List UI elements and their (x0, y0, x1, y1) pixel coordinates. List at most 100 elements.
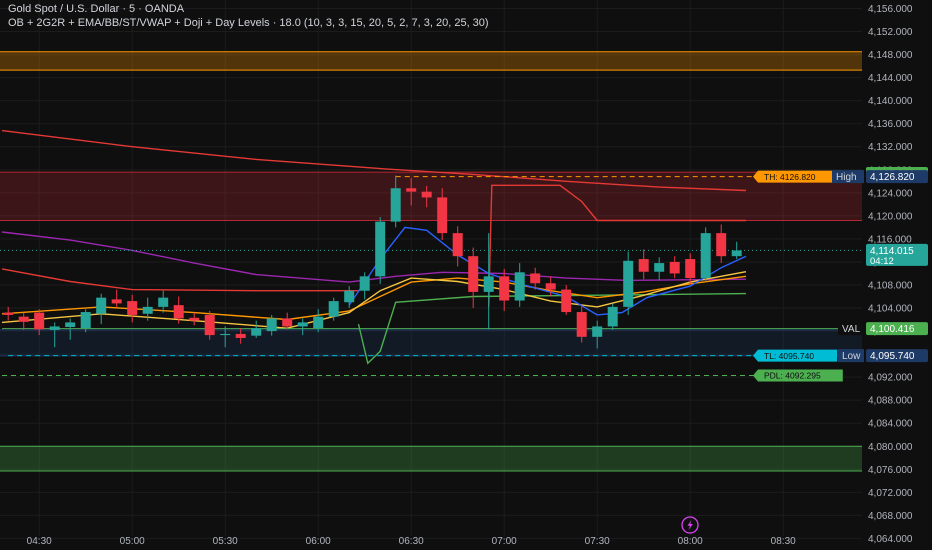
y-tick-label: 4,072.000 (868, 488, 913, 499)
y-tick-label: 4,148.000 (868, 50, 913, 61)
candle-body (189, 317, 200, 321)
x-tick-label: 07:30 (585, 536, 610, 547)
y-tick-label: 4,120.000 (868, 211, 913, 222)
y-tick-label: 4,156.000 (868, 4, 913, 15)
y-tick-label: 4,092.000 (868, 373, 913, 384)
candle-body (251, 328, 262, 336)
y-tick-label: 4,136.000 (868, 119, 913, 130)
candle-body (49, 326, 60, 330)
candle[interactable] (375, 217, 386, 284)
candle-body (142, 306, 153, 314)
candle-body (65, 322, 76, 328)
time-axis[interactable]: 04:30 05:00 05:30 06:00 06:30 07:00 07:30 08:00… (27, 536, 796, 547)
y-tick-label: 4,144.000 (868, 73, 913, 84)
candle-body (731, 250, 742, 257)
pdl-line-label: PDL: 4092.295 (753, 369, 843, 382)
x-tick-label: 08:30 (771, 536, 796, 547)
candle-body (173, 305, 184, 319)
x-tick-label: 05:00 (120, 536, 145, 547)
price-badge-high: 4,126.820 High (832, 170, 928, 184)
y-tick-label: 4,068.000 (868, 511, 913, 522)
y-tick-label: 4,064.000 (868, 534, 913, 545)
x-tick-label: 05:30 (213, 536, 238, 547)
y-tick-label: 4,080.000 (868, 442, 913, 453)
price-badge-current: 4,114.01504:12 (866, 243, 928, 267)
y-tick-label: 4,084.000 (868, 419, 913, 430)
candle-body (111, 299, 122, 304)
candle-body (313, 316, 324, 329)
pdl-line-label-text: PDL: 4092.295 (764, 371, 821, 381)
chart-title: Gold Spot / U.S. Dollar · 5 · OANDA (8, 3, 185, 15)
price-badge-low: 4,095.740 Low (838, 349, 928, 363)
candle-body (654, 263, 665, 272)
candle-body (700, 233, 711, 279)
x-tick-label: 04:30 (27, 536, 52, 547)
candle-body (499, 276, 510, 301)
candle-body (514, 272, 525, 301)
y-tick-label: 4,088.000 (868, 396, 913, 407)
candle[interactable] (700, 227, 711, 283)
candle[interactable] (623, 251, 634, 315)
orange-zone-top (0, 51, 862, 71)
candle-body (421, 191, 432, 198)
y-tick-label: 4,132.000 (868, 142, 913, 153)
price-chart[interactable]: TH: 4126.820 TL: 4095.740 PDL: 4092.295 4,… (0, 0, 932, 550)
price-badge-low-tag: Low (842, 351, 861, 362)
y-tick-label: 4,116.000 (868, 234, 912, 245)
x-tick-label: 06:00 (306, 536, 331, 547)
orange-zone-top-fill (0, 51, 862, 71)
candle-body (716, 233, 727, 257)
candle-body (266, 318, 277, 332)
price-badge-val-text: 4,100.416 (870, 324, 915, 335)
candle-body (3, 312, 14, 315)
candle-body (638, 259, 649, 272)
candle-body (406, 188, 417, 192)
candle-body (685, 259, 696, 279)
candle-body (220, 333, 231, 336)
green-zone-bottom-fill (0, 446, 862, 472)
price-badge-current-countdown: 04:12 (870, 256, 894, 267)
green-zone-bottom (0, 445, 862, 472)
candle-body (34, 312, 45, 330)
indicator-legend[interactable]: OB + 2G2R + EMA/BB/ST/VWAP + Doji + Day … (8, 17, 489, 29)
price-badge-low-text: 4,095.740 (870, 351, 915, 362)
candle-body (561, 289, 572, 313)
candle-body (282, 318, 293, 327)
candle-body (297, 322, 308, 327)
candle-body (127, 301, 138, 315)
candle-body (592, 326, 603, 337)
y-tick-label: 4,104.000 (868, 304, 913, 315)
candle-body (607, 306, 618, 327)
blue-zone-fill (0, 329, 862, 356)
candle-body (204, 314, 215, 336)
candle-body (328, 301, 339, 317)
y-tick-label: 4,076.000 (868, 465, 913, 476)
price-badge-high-tag: High (836, 172, 857, 183)
x-tick-label: 08:00 (678, 536, 703, 547)
price-badge-val-tag: VAL (842, 324, 861, 335)
candle-body (96, 297, 107, 314)
tl-line-label-text: TL: 4095.740 (764, 351, 814, 361)
candle-body (483, 276, 494, 292)
blue-zone (0, 329, 862, 357)
x-tick-label: 07:00 (492, 536, 517, 547)
candle-body (80, 312, 91, 329)
high-line-label: TH: 4126.820 (753, 170, 838, 183)
tl-line-label: TL: 4095.740 (753, 349, 838, 362)
candle-body (669, 261, 680, 274)
candle[interactable] (607, 303, 618, 330)
price-badge-val: 4,100.416 VAL (838, 322, 928, 336)
candle-body (437, 197, 448, 234)
candle-body (390, 188, 401, 222)
candle-body (576, 312, 587, 337)
candle-body (530, 273, 541, 284)
candle-body (623, 260, 634, 307)
candle-body (344, 290, 355, 303)
candle-body (452, 233, 463, 257)
candle-body (375, 221, 386, 277)
candle-body (235, 333, 246, 338)
price-badge-high-text: 4,126.820 (870, 172, 915, 183)
candle-body (158, 297, 169, 307)
candle-body (468, 256, 479, 292)
candle-body (359, 276, 370, 291)
